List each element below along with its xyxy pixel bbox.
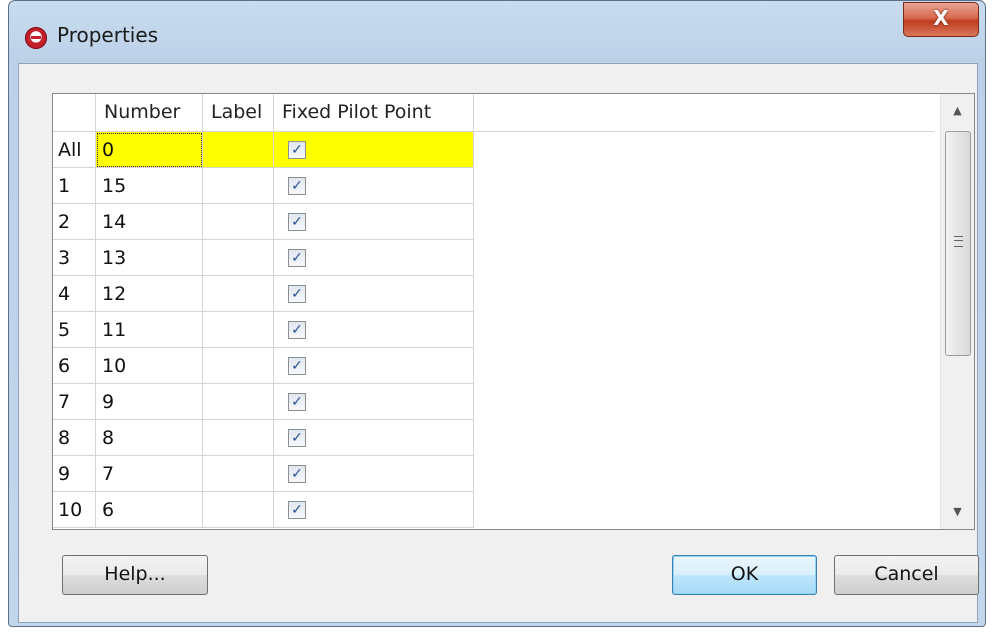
fixed-pilot-point-checkbox[interactable]: ✓	[288, 177, 306, 195]
number-cell[interactable]: 14	[96, 204, 203, 240]
properties-dialog: Properties X Number Label Fixed Pilot Po…	[8, 0, 986, 627]
fixed-pilot-point-cell: ✓	[274, 348, 474, 384]
row-header[interactable]: All	[53, 132, 96, 168]
fixed-pilot-point-checkbox[interactable]: ✓	[288, 285, 306, 303]
fixed-pilot-point-checkbox[interactable]: ✓	[288, 393, 306, 411]
number-cell[interactable]: 15	[96, 168, 203, 204]
row-header[interactable]: 9	[53, 456, 96, 492]
scroll-up-icon[interactable]: ▲	[941, 94, 974, 128]
row-header[interactable]: 2	[53, 204, 96, 240]
properties-grid[interactable]: Number Label Fixed Pilot Point All 0 ✓ 1 15 ✓…	[52, 93, 975, 530]
row-header[interactable]: 7	[53, 384, 96, 420]
number-cell[interactable]: 0	[96, 132, 203, 168]
fixed-pilot-point-cell: ✓	[274, 276, 474, 312]
fixed-pilot-point-cell: ✓	[274, 132, 474, 168]
label-cell[interactable]	[203, 420, 274, 456]
label-cell[interactable]	[203, 456, 274, 492]
table-row[interactable]: 10 6 ✓	[53, 492, 474, 528]
number-cell[interactable]: 10	[96, 348, 203, 384]
app-icon	[25, 27, 47, 49]
table-row[interactable]: 2 14 ✓	[53, 204, 474, 240]
column-header-fixed-pilot-point[interactable]: Fixed Pilot Point	[274, 94, 474, 132]
fixed-pilot-point-cell: ✓	[274, 492, 474, 528]
fixed-pilot-point-checkbox[interactable]: ✓	[288, 429, 306, 447]
label-cell[interactable]	[203, 492, 274, 528]
fixed-pilot-point-cell: ✓	[274, 204, 474, 240]
label-cell[interactable]	[203, 348, 274, 384]
vertical-scrollbar[interactable]: ▲ ▼	[940, 94, 974, 529]
row-header[interactable]: 4	[53, 276, 96, 312]
row-header[interactable]: 10	[53, 492, 96, 528]
row-header[interactable]: 3	[53, 240, 96, 276]
row-header[interactable]: 8	[53, 420, 96, 456]
table-row[interactable]: 3 13 ✓	[53, 240, 474, 276]
fixed-pilot-point-cell: ✓	[274, 168, 474, 204]
table-row[interactable]: 6 10 ✓	[53, 348, 474, 384]
number-cell[interactable]: 9	[96, 384, 203, 420]
row-header[interactable]: 5	[53, 312, 96, 348]
table-row[interactable]: 9 7 ✓	[53, 456, 474, 492]
column-header-filler	[474, 94, 934, 132]
fixed-pilot-point-checkbox[interactable]: ✓	[288, 501, 306, 519]
cancel-button[interactable]: Cancel	[834, 555, 979, 595]
column-header-label[interactable]: Label	[203, 94, 274, 132]
ok-button[interactable]: OK	[672, 555, 817, 595]
fixed-pilot-point-cell: ✓	[274, 240, 474, 276]
fixed-pilot-point-checkbox[interactable]: ✓	[288, 465, 306, 483]
scroll-thumb[interactable]	[945, 131, 971, 356]
window-title: Properties	[57, 23, 159, 47]
grip-icon	[954, 236, 963, 247]
row-header[interactable]: 6	[53, 348, 96, 384]
fixed-pilot-point-cell: ✓	[274, 420, 474, 456]
label-cell[interactable]	[203, 168, 274, 204]
column-header-number[interactable]: Number	[96, 94, 203, 132]
label-cell[interactable]	[203, 276, 274, 312]
fixed-pilot-point-checkbox[interactable]: ✓	[288, 249, 306, 267]
dialog-client-area: Number Label Fixed Pilot Point All 0 ✓ 1 15 ✓…	[18, 63, 979, 623]
fixed-pilot-point-checkbox[interactable]: ✓	[288, 321, 306, 339]
table-row[interactable]: 4 12 ✓	[53, 276, 474, 312]
row-header[interactable]: 1	[53, 168, 96, 204]
table-row[interactable]: 7 9 ✓	[53, 384, 474, 420]
fixed-pilot-point-checkbox[interactable]: ✓	[288, 357, 306, 375]
fixed-pilot-point-checkbox[interactable]: ✓	[288, 213, 306, 231]
scroll-down-icon[interactable]: ▼	[941, 495, 974, 529]
help-button[interactable]: Help...	[62, 555, 208, 595]
fixed-pilot-point-cell: ✓	[274, 456, 474, 492]
number-cell[interactable]: 7	[96, 456, 203, 492]
number-cell[interactable]: 8	[96, 420, 203, 456]
fixed-pilot-point-cell: ✓	[274, 312, 474, 348]
fixed-pilot-point-checkbox[interactable]: ✓	[288, 141, 306, 159]
label-cell[interactable]	[203, 240, 274, 276]
close-button[interactable]: X	[903, 2, 979, 37]
number-cell[interactable]: 12	[96, 276, 203, 312]
number-cell[interactable]: 11	[96, 312, 203, 348]
number-cell[interactable]: 6	[96, 492, 203, 528]
table-row[interactable]: All 0 ✓	[53, 132, 474, 168]
table-row[interactable]: 5 11 ✓	[53, 312, 474, 348]
row-header-corner	[53, 94, 96, 132]
label-cell[interactable]	[203, 204, 274, 240]
number-cell[interactable]: 13	[96, 240, 203, 276]
label-cell[interactable]	[203, 312, 274, 348]
table-row[interactable]: 8 8 ✓	[53, 420, 474, 456]
label-cell[interactable]	[203, 384, 274, 420]
label-cell[interactable]	[203, 132, 274, 168]
fixed-pilot-point-cell: ✓	[274, 384, 474, 420]
table-row[interactable]: 1 15 ✓	[53, 168, 474, 204]
